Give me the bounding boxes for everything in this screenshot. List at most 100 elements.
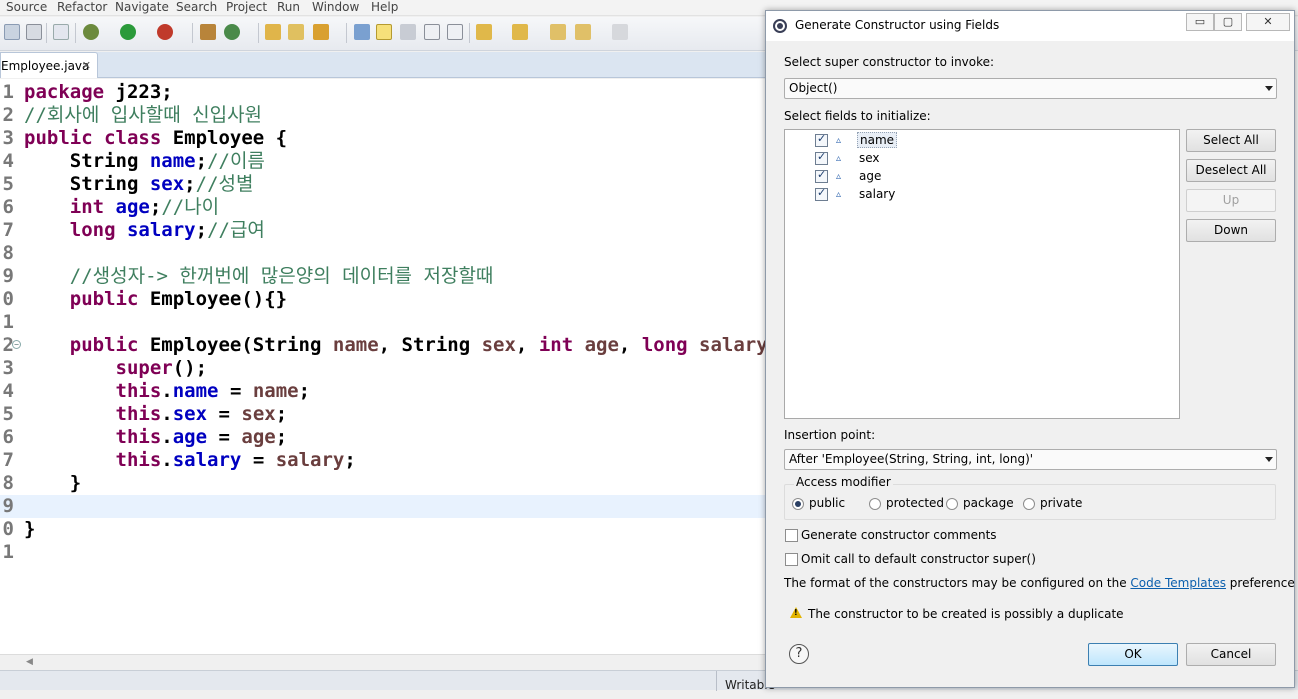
next-annotation-icon[interactable] (476, 24, 492, 40)
code-line[interactable]: 2− public Employee(String name, String s… (0, 334, 802, 357)
close-icon[interactable]: ✕ (82, 53, 91, 79)
generate-comments-checkbox[interactable] (785, 529, 798, 542)
minimize-button[interactable]: ▭ (1186, 13, 1214, 31)
code-text: this.name = name; (115, 380, 311, 402)
line-number: 5 (2, 173, 14, 195)
new-java-project-icon[interactable] (200, 24, 216, 40)
code-line[interactable]: 3 public class Employee { (0, 127, 770, 150)
menu-source[interactable]: Source (6, 0, 47, 15)
field-checkbox-name[interactable] (815, 132, 828, 147)
fields-label: Select fields to initialize: (784, 109, 931, 123)
menu-help[interactable]: Help (371, 0, 398, 15)
menu-navigate[interactable]: Navigate (115, 0, 169, 15)
radio-protected[interactable] (869, 498, 881, 510)
field-checkbox-age[interactable] (815, 168, 828, 183)
forward-icon[interactable] (612, 24, 628, 40)
super-constructor-label: Select super constructor to invoke: (784, 55, 995, 69)
toggle-mark-occurrences-icon[interactable] (354, 24, 370, 40)
fold-toggle-icon[interactable]: − (12, 340, 21, 349)
code-line[interactable]: 0} (0, 518, 770, 541)
code-line[interactable]: 1 package j223; (0, 81, 770, 104)
field-row-salary[interactable]: ▵ salary (815, 186, 1015, 204)
field-name-label: sex (859, 151, 880, 165)
up-button[interactable]: Up (1186, 189, 1276, 212)
search-icon[interactable] (313, 24, 329, 40)
down-button[interactable]: Down (1186, 219, 1276, 242)
scroll-left-icon[interactable]: ◀ (26, 657, 33, 667)
word-wrap-icon[interactable] (400, 24, 416, 40)
radio-package[interactable] (946, 498, 958, 510)
code-line[interactable]: 8 (0, 242, 770, 265)
code-text: //회사에 입사할때 신입사원 (24, 104, 263, 126)
maximize-button[interactable]: ▢ (1214, 13, 1242, 31)
external-tools-icon[interactable] (157, 24, 173, 40)
code-line[interactable]: 7 long salary;//급여 (0, 219, 770, 242)
radio-private[interactable] (1023, 498, 1035, 510)
menu-run[interactable]: Run (277, 0, 300, 15)
deselect-all-button[interactable]: Deselect All (1186, 159, 1276, 182)
back-icon[interactable] (575, 24, 591, 40)
field-icon: ▵ (836, 135, 842, 146)
code-line[interactable]: 0 public Employee(){} (0, 288, 770, 311)
select-all-button[interactable]: Select All (1186, 129, 1276, 152)
radio-package-label[interactable]: package (963, 496, 1014, 510)
radio-public-label[interactable]: public (809, 496, 845, 510)
super-constructor-select[interactable]: Object() (784, 78, 1277, 99)
code-line[interactable]: 5 this.sex = sex; (0, 403, 770, 426)
fields-list[interactable]: ▵ name ▵ sex ▵ age ▵ salary (784, 129, 1180, 419)
menu-refactor[interactable]: Refactor (57, 0, 107, 15)
field-checkbox-salary[interactable] (815, 186, 828, 201)
horizontal-scrollbar[interactable]: ◀ (0, 654, 770, 670)
previous-annotation-icon[interactable] (512, 24, 528, 40)
code-line[interactable]: 2 //회사에 입사할때 신입사원 (0, 104, 770, 127)
debug-icon[interactable] (83, 24, 99, 40)
save-all-icon[interactable] (4, 24, 20, 40)
menu-window[interactable]: Window (312, 0, 359, 15)
omit-super-label[interactable]: Omit call to default constructor super() (801, 552, 1036, 566)
open-type-icon[interactable] (265, 24, 281, 40)
last-edit-location-icon[interactable] (550, 24, 566, 40)
close-button[interactable]: ✕ (1246, 13, 1290, 31)
block-selection-icon[interactable] (424, 24, 440, 40)
code-line[interactable]: 6 int age;//나이 (0, 196, 770, 219)
menu-project[interactable]: Project (226, 0, 267, 15)
field-row-sex[interactable]: ▵ sex (815, 150, 1015, 168)
code-line[interactable]: 9 //생성자-> 한꺼번에 많은양의 데이터를 저장할때 (0, 265, 770, 288)
code-line[interactable]: 4 this.name = name; (0, 380, 770, 403)
ok-button[interactable]: OK (1088, 643, 1178, 666)
code-line[interactable]: 7 this.salary = salary; (0, 449, 770, 472)
dialog-titlebar[interactable]: Generate Constructor using Fields ▭ ▢ ✕ (766, 11, 1294, 41)
code-line[interactable]: 5 String sex;//성별 (0, 173, 770, 196)
code-line[interactable]: 9 (0, 495, 770, 518)
code-templates-link[interactable]: Code Templates (1130, 576, 1226, 590)
menu-search[interactable]: Search (176, 0, 217, 15)
radio-private-label[interactable]: private (1040, 496, 1082, 510)
omit-super-checkbox[interactable] (785, 553, 798, 566)
new-class-icon[interactable] (224, 24, 240, 40)
code-line[interactable]: 4 String name;//이름 (0, 150, 770, 173)
code-line[interactable]: 6 this.age = age; (0, 426, 770, 449)
open-task-icon[interactable] (288, 24, 304, 40)
code-line[interactable]: 1 (0, 541, 770, 564)
cancel-button[interactable]: Cancel (1186, 643, 1276, 666)
line-number: 7 (2, 219, 14, 241)
field-checkbox-sex[interactable] (815, 150, 828, 165)
line-number: 2 (2, 104, 14, 126)
show-whitespace-icon[interactable] (447, 24, 463, 40)
help-icon[interactable]: ? (789, 644, 809, 664)
field-row-age[interactable]: ▵ age (815, 168, 1015, 186)
run-icon[interactable] (120, 24, 136, 40)
radio-protected-label[interactable]: protected (886, 496, 944, 510)
code-line[interactable]: 8 } (0, 472, 770, 495)
skip-breakpoints-icon[interactable] (53, 24, 69, 40)
code-line[interactable]: 3 super(); (0, 357, 770, 380)
code-line[interactable]: 1 (0, 311, 770, 334)
insertion-point-select[interactable]: After 'Employee(String, String, int, lon… (784, 449, 1277, 470)
radio-public[interactable] (792, 498, 804, 510)
code-editor[interactable]: 1 package j223; 2 //회사에 입사할때 신입사원 3 public cl… (0, 79, 802, 654)
field-row-name[interactable]: ▵ name (815, 132, 1015, 150)
generate-comments-label[interactable]: Generate constructor comments (801, 528, 997, 542)
toggle-highlight-icon[interactable] (376, 24, 392, 40)
print-icon[interactable] (26, 24, 42, 40)
tab-employee-java[interactable]: Employee.java ✕ (0, 52, 98, 78)
